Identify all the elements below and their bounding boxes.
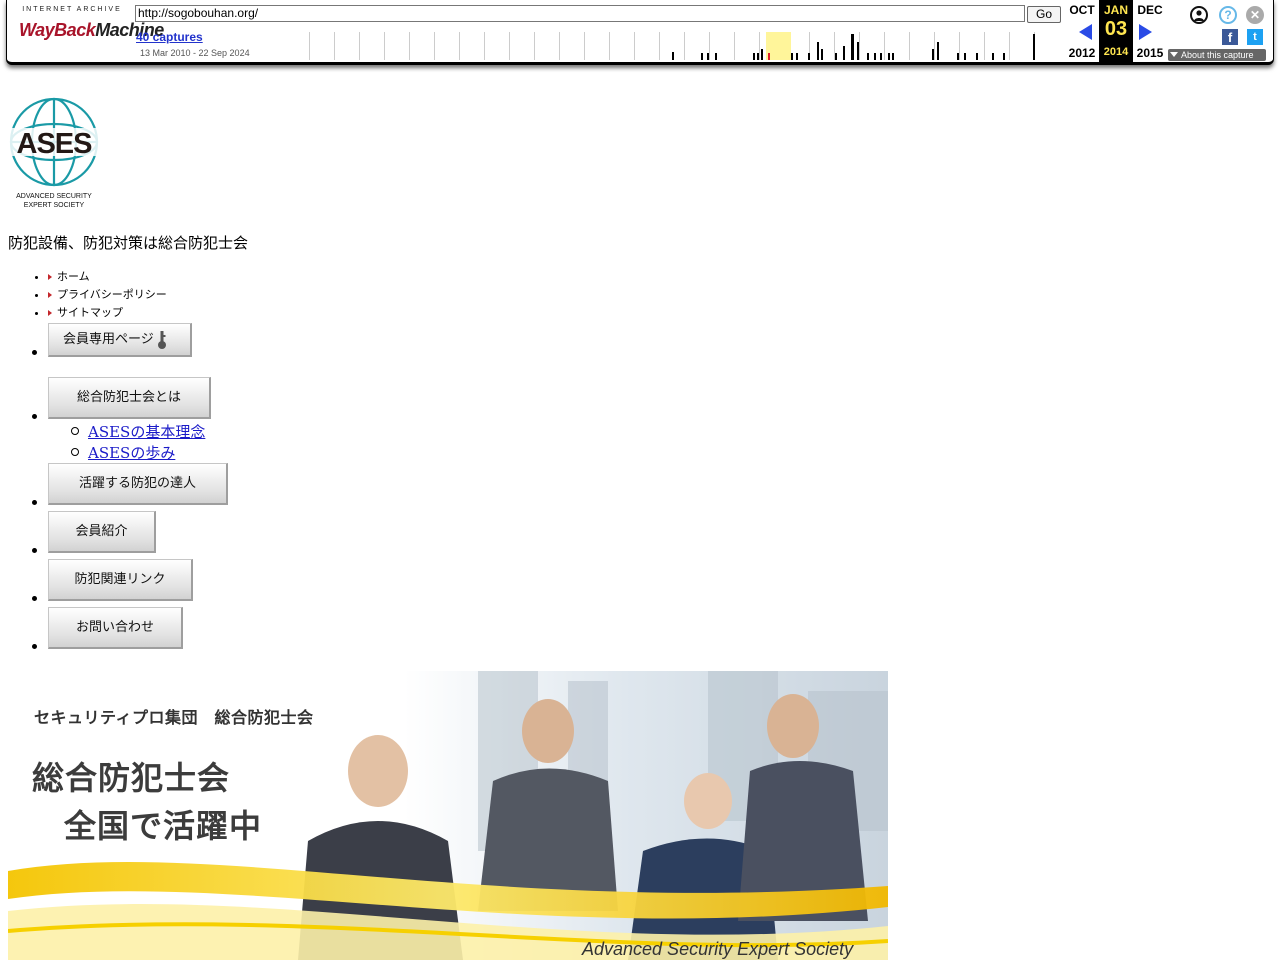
capture-sparkline[interactable] (309, 32, 1063, 60)
nav-privacy-policy[interactable]: プライバシーポリシー (48, 286, 167, 304)
nav-members-button[interactable]: 会員紹介 (48, 511, 156, 553)
nav-links-label: 防犯関連リンク (74, 572, 166, 587)
url-input[interactable]: http://sogobouhan.org/ (135, 5, 1025, 22)
wayback-machine-wordmark: WayBackMachine (19, 16, 164, 44)
list-bullet (32, 548, 37, 553)
hero-subtitle: セキュリティプロ集団 総合防犯士会 (34, 708, 314, 727)
arrow-bullet-icon (48, 274, 52, 280)
key-icon (157, 330, 166, 349)
hero-banner: セキュリティプロ集団 総合防犯士会 総合防犯士会 全国で活躍中 Advanced… (8, 671, 888, 960)
internet-archive-label: INTERNET ARCHIVE (22, 6, 122, 13)
ases-org-name: ADVANCED SECURITY EXPERT SOCIETY (8, 192, 100, 210)
dropdown-triangle-icon (1170, 52, 1178, 57)
sub-nav-philosophy-link[interactable]: ASESの基本理念 (88, 421, 205, 442)
nav-about-ases-button[interactable]: 総合防犯士会とは (48, 377, 211, 419)
hero-headline-line-2: 全国で活躍中 (64, 807, 263, 845)
current-capture-month: JAN (1103, 3, 1128, 17)
current-capture-year: 2014 (1103, 46, 1129, 58)
user-silhouette-icon (1194, 10, 1204, 21)
next-capture-arrow-icon[interactable] (1139, 24, 1152, 40)
wordmark-wayback: WayBack (19, 20, 96, 40)
twitter-share-icon[interactable]: t (1247, 29, 1263, 45)
nav-privacy-label: プライバシーポリシー (57, 288, 167, 301)
nav-sitemap[interactable]: サイトマップ (48, 304, 167, 322)
help-icon[interactable]: ? (1219, 6, 1237, 24)
ases-logo[interactable]: ASES ADVANCED SECURITY EXPERT SOCIETY (8, 96, 100, 210)
sub-nav-history-link[interactable]: ASESの歩み (88, 442, 175, 463)
close-icon[interactable]: ✕ (1246, 6, 1264, 24)
arrow-bullet-icon (48, 292, 52, 298)
nav-experts-button[interactable]: 活躍する防犯の達人 (48, 463, 228, 505)
list-bullet (32, 500, 37, 505)
arrow-bullet-icon (48, 310, 52, 316)
about-capture-dropdown[interactable]: About this capture (1168, 49, 1266, 61)
go-button[interactable]: Go (1027, 6, 1061, 23)
nav-contact-label: お問い合わせ (75, 620, 154, 635)
capture-calendar-nav: OCT JAN DEC 03 2012 2014 2015 (1065, 0, 1167, 62)
org-name-line-2: EXPERT SOCIETY (23, 202, 85, 209)
list-bullet (32, 414, 37, 419)
nav-links-button[interactable]: 防犯関連リンク (48, 559, 193, 601)
sparkline-capture-bars (672, 34, 1035, 60)
sub-list-bullet (71, 448, 79, 456)
list-bullet (32, 350, 37, 355)
site-tagline: 防犯設備、防犯対策は総合防犯士会 (8, 234, 249, 252)
current-capture-day: 03 (1104, 18, 1128, 40)
prev-capture-arrow-icon[interactable] (1079, 24, 1092, 40)
sub-list-bullet (71, 427, 79, 435)
nav-members-label: 会員紹介 (75, 524, 128, 539)
member-page-button[interactable]: 会員専用ページ (48, 323, 192, 357)
ases-logo-wordmark: ASES (17, 128, 93, 160)
hero-headline-line-1: 総合防犯士会 (32, 759, 231, 797)
facebook-share-icon[interactable]: f (1222, 29, 1238, 45)
prev-capture-month[interactable]: OCT (1065, 3, 1099, 17)
capture-date-range: 13 Mar 2010 - 22 Sep 2024 (140, 48, 250, 58)
user-account-icon[interactable] (1190, 6, 1208, 24)
list-bullet (32, 644, 37, 649)
nav-sitemap-label: サイトマップ (57, 306, 123, 319)
top-utility-nav: ホーム プライバシーポリシー サイトマップ (8, 268, 167, 322)
member-page-label: 会員専用ページ (63, 332, 154, 347)
nav-experts-label: 活躍する防犯の達人 (78, 476, 196, 491)
nav-contact-button[interactable]: お問い合わせ (48, 607, 183, 649)
prev-capture-year[interactable]: 2012 (1065, 46, 1099, 60)
hero-english-name: Advanced Security Expert Society (582, 939, 854, 959)
nav-home[interactable]: ホーム (48, 268, 167, 286)
list-bullet (32, 596, 37, 601)
wayback-logo[interactable]: INTERNET ARCHIVE WayBackMachine (19, 6, 164, 54)
next-capture-year[interactable]: 2015 (1133, 46, 1167, 60)
nav-home-label: ホーム (57, 270, 90, 283)
org-name-line-1: ADVANCED SECURITY (16, 193, 92, 200)
next-capture-month[interactable]: DEC (1133, 3, 1167, 17)
captures-link[interactable]: 40 captures (136, 30, 203, 44)
about-capture-label: About this capture (1181, 50, 1254, 60)
ases-globe-logo-icon: ASES (8, 97, 100, 187)
nav-about-ases-label: 総合防犯士会とは (76, 390, 181, 405)
wayback-toolbar: INTERNET ARCHIVE WayBackMachine http://s… (6, 0, 1274, 65)
